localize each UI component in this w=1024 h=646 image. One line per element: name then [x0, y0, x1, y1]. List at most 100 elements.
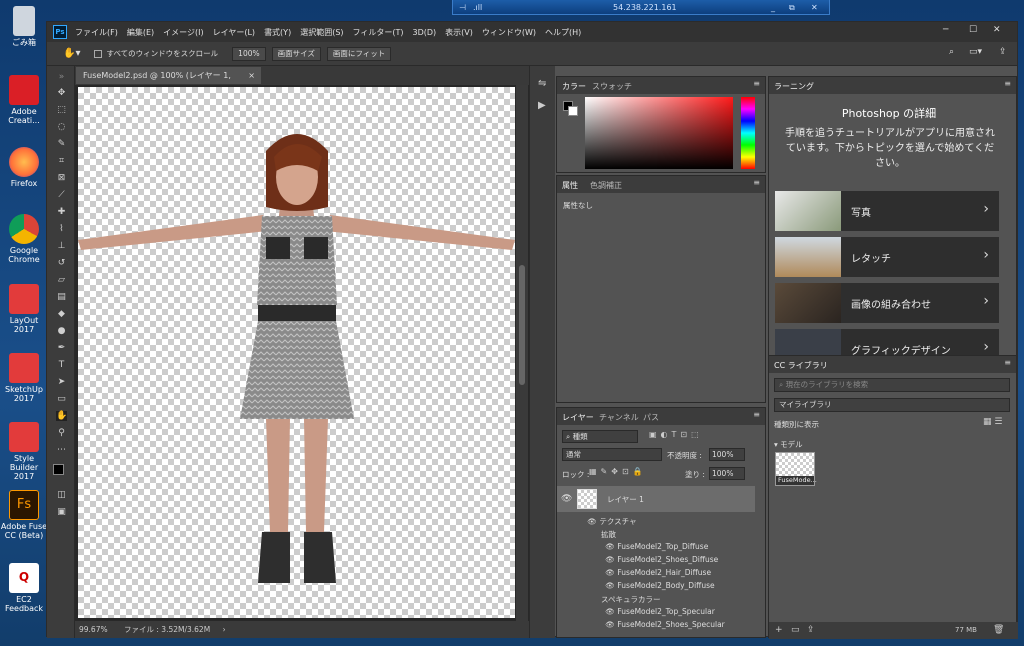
quick-mask-icon[interactable]: ◫ [56, 490, 67, 500]
hand-tool-icon[interactable]: ✋▾ [63, 48, 80, 59]
learn-card-compositing[interactable]: 画像の組み合わせ › [775, 283, 999, 323]
foreground-color-swatch[interactable] [53, 464, 64, 475]
type-tool-icon[interactable]: T [56, 360, 67, 370]
desktop-icon-chrome[interactable]: Google Chrome [0, 214, 48, 264]
canvas-area[interactable] [75, 85, 529, 621]
visibility-eye-icon[interactable]: 👁 [561, 494, 572, 504]
menu-layer[interactable]: レイヤー(L) [213, 27, 255, 38]
hue-slider[interactable] [741, 97, 755, 169]
stamp-tool-icon[interactable]: ⊥ [56, 241, 67, 251]
more-tools-icon[interactable]: ⋯ [56, 445, 67, 455]
path-select-tool-icon[interactable]: ➤ [56, 377, 67, 387]
history-panel-icon[interactable]: ⇋ [538, 78, 546, 89]
tab-layers[interactable]: レイヤー [562, 412, 594, 423]
folder-icon[interactable]: ▭ [791, 625, 800, 635]
menu-view[interactable]: 表示(V) [445, 27, 473, 38]
scrollbar-thumb[interactable] [519, 265, 525, 385]
library-asset-thumbnail[interactable]: FuseMode... [775, 452, 817, 486]
desktop-icon-adobe-cc[interactable]: Adobe Creati... [0, 75, 48, 125]
panel-menu-icon[interactable]: ≡ [1004, 358, 1011, 367]
search-icon[interactable]: ⌕ [949, 47, 954, 57]
tab-adjustments[interactable]: 色調補正 [590, 180, 622, 191]
visibility-eye-icon[interactable]: 👁 [605, 555, 615, 564]
eraser-tool-icon[interactable]: ▱ [56, 275, 67, 285]
panel-menu-icon[interactable]: ≡ [753, 410, 760, 419]
history-brush-icon[interactable]: ↺ [56, 258, 67, 268]
grid-list-view-icon[interactable]: ▦ ☰ [983, 417, 1002, 427]
blur-tool-icon[interactable]: ◆ [56, 309, 67, 319]
frame-tool-icon[interactable]: ⊠ [56, 173, 67, 183]
minimize-button[interactable]: ─ [943, 25, 948, 35]
fit-screen-button[interactable]: 画面サイズ [271, 46, 321, 61]
document-tab[interactable]: FuseModel2.psd @ 100% (レイヤー 1, RGB/8) × [76, 67, 261, 97]
visibility-eye-icon[interactable]: 👁 [605, 568, 615, 577]
opacity-input[interactable]: 100% [709, 448, 745, 461]
panel-menu-icon[interactable]: ≡ [753, 178, 760, 187]
desktop-icon-layout[interactable]: LayOut 2017 [0, 284, 48, 334]
desktop-icon-style-builder[interactable]: Style Builder 2017 [0, 422, 48, 481]
fill-screen-button[interactable]: 画面にフィット [326, 46, 392, 61]
quick-select-tool-icon[interactable]: ✎ [56, 139, 67, 149]
dodge-tool-icon[interactable]: ● [56, 326, 67, 336]
screen-mode-icon[interactable]: ▣ [56, 507, 67, 517]
desktop-icon-fuse[interactable]: Fs Adobe Fuse CC (Beta) [0, 490, 48, 540]
rdp-close-button[interactable]: ✕ [811, 3, 818, 12]
actions-panel-icon[interactable]: ▶ [538, 100, 546, 111]
rdp-restore-button[interactable]: ⧉ [789, 3, 795, 13]
library-search-input[interactable]: ⌕ 現在のライブラリを検索 [774, 378, 1010, 392]
hand-tool-icon[interactable]: ✋ [56, 411, 67, 421]
rdp-minimize-button[interactable]: _ [771, 3, 775, 12]
shape-tool-icon[interactable]: ▭ [56, 394, 67, 404]
desktop-icon-sketchup[interactable]: SketchUp 2017 [0, 353, 48, 403]
status-zoom[interactable]: 99.67% [79, 625, 108, 634]
toolbar-collapse-icon[interactable]: » [56, 72, 67, 82]
scroll-all-checkbox[interactable] [94, 49, 103, 58]
lock-icons[interactable]: ▦✎✥⊡🔒 [589, 467, 647, 476]
tab-cc-libraries[interactable]: CC ライブラリ [774, 360, 828, 371]
crop-tool-icon[interactable]: ⌗ [56, 156, 67, 166]
texture-row[interactable]: 👁 テクスチャ [587, 516, 795, 527]
visibility-eye-icon[interactable]: 👁 [587, 517, 597, 526]
menu-window[interactable]: ウィンドウ(W) [482, 27, 536, 38]
zoom-100-button[interactable]: 100% [232, 46, 266, 61]
canvas-vertical-scrollbar[interactable] [516, 85, 528, 621]
move-tool-icon[interactable]: ✥ [56, 88, 67, 98]
add-content-icon[interactable]: + [775, 625, 783, 635]
layer-filter-select[interactable]: ⌕ 種類 [562, 430, 638, 443]
panel-menu-icon[interactable]: ≡ [1004, 79, 1011, 88]
tab-properties[interactable]: 属性 [562, 180, 578, 191]
gradient-tool-icon[interactable]: ▤ [56, 292, 67, 302]
tab-color[interactable]: カラー [562, 81, 586, 92]
fill-input[interactable]: 100% [709, 467, 745, 480]
brush-tool-icon[interactable]: ⌇ [56, 224, 67, 234]
trash-icon[interactable]: 🗑 [993, 625, 1004, 635]
menu-select[interactable]: 選択範囲(S) [300, 27, 343, 38]
status-menu-arrow-icon[interactable]: › [223, 625, 226, 634]
workspace-icon[interactable]: ▭▾ [969, 47, 982, 57]
menu-type[interactable]: 書式(Y) [264, 27, 291, 38]
visibility-eye-icon[interactable]: 👁 [605, 581, 615, 590]
menu-file[interactable]: ファイル(F) [75, 27, 118, 38]
close-button[interactable]: ✕ [993, 25, 1001, 35]
zoom-tool-icon[interactable]: ⚲ [56, 428, 67, 438]
menu-help[interactable]: ヘルプ(H) [545, 27, 581, 38]
menu-3d[interactable]: 3D(D) [413, 28, 437, 37]
library-group-header[interactable]: ▾ モデル [774, 439, 803, 450]
share-icon[interactable]: ⇪ [999, 47, 1007, 57]
healing-tool-icon[interactable]: ✚ [56, 207, 67, 217]
lasso-tool-icon[interactable]: ◌ [56, 122, 67, 132]
visibility-eye-icon[interactable]: 👁 [605, 542, 615, 551]
menu-filter[interactable]: フィルター(T) [353, 27, 404, 38]
learn-card-photo[interactable]: 写真 › [775, 191, 999, 231]
blend-mode-select[interactable]: 通常 [562, 448, 662, 461]
document-tab-close-icon[interactable]: × [248, 67, 255, 84]
background-color-chip[interactable] [568, 106, 578, 116]
desktop-icon-ec2-feedback[interactable]: Q EC2 Feedback [0, 563, 48, 613]
layer-row-selected[interactable]: 👁 レイヤー 1 [557, 486, 755, 512]
marquee-tool-icon[interactable]: ⬚ [56, 105, 67, 115]
pin-icon[interactable]: ⊣ [459, 3, 466, 12]
color-picker-field[interactable] [585, 97, 733, 169]
tab-paths[interactable]: パス [643, 412, 659, 423]
library-select[interactable]: マイライブラリ [774, 398, 1010, 412]
pen-tool-icon[interactable]: ✒ [56, 343, 67, 353]
